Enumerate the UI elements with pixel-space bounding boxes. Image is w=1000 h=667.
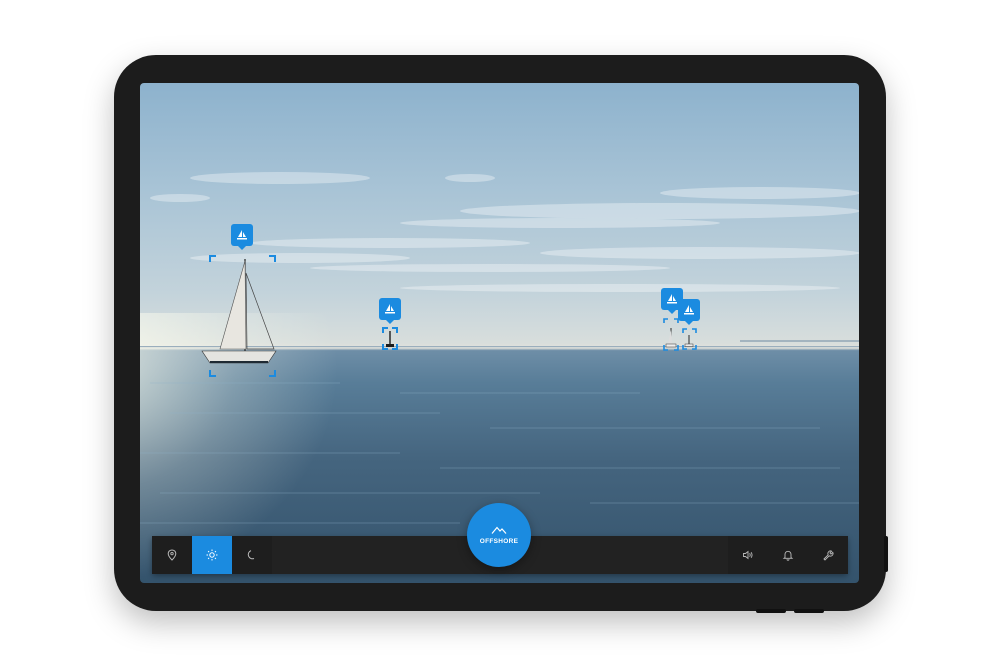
settings-button[interactable] [808, 536, 848, 574]
sailboat-main [201, 259, 277, 364]
water-ripples [140, 382, 859, 524]
bottom-button[interactable] [794, 609, 824, 613]
bell-icon [782, 550, 794, 561]
horizon-line [140, 346, 859, 348]
sun-icon [206, 549, 218, 561]
sound-button[interactable] [728, 536, 768, 574]
sailboat-marker-4[interactable] [678, 299, 700, 325]
sailboat-small-2 [386, 331, 394, 347]
sailboat-marker-1[interactable] [231, 224, 253, 250]
offshore-mode-button[interactable]: OFFSHORE [467, 503, 531, 567]
bottom-button[interactable] [756, 609, 786, 613]
speaker-icon [743, 550, 753, 560]
location-pin-icon [167, 549, 177, 561]
moon-icon [247, 550, 255, 560]
mountain-icon [491, 526, 507, 534]
sailboat-icon [237, 230, 247, 240]
clouds [150, 172, 859, 292]
wrench-icon [823, 550, 834, 561]
sailboat-icon [684, 305, 694, 315]
sailboat-icon [667, 294, 677, 304]
sailboat-small-3 [665, 328, 677, 348]
sailboat-icon [385, 304, 395, 314]
mode-label: OFFSHORE [479, 538, 519, 545]
sailboat-marker-2[interactable] [379, 298, 401, 324]
side-button[interactable] [884, 536, 888, 572]
sailboat-small-4 [684, 335, 694, 347]
location-button[interactable] [152, 536, 192, 574]
notifications-button[interactable] [768, 536, 808, 574]
night-mode-button[interactable] [232, 536, 272, 574]
day-mode-button[interactable] [192, 536, 232, 574]
